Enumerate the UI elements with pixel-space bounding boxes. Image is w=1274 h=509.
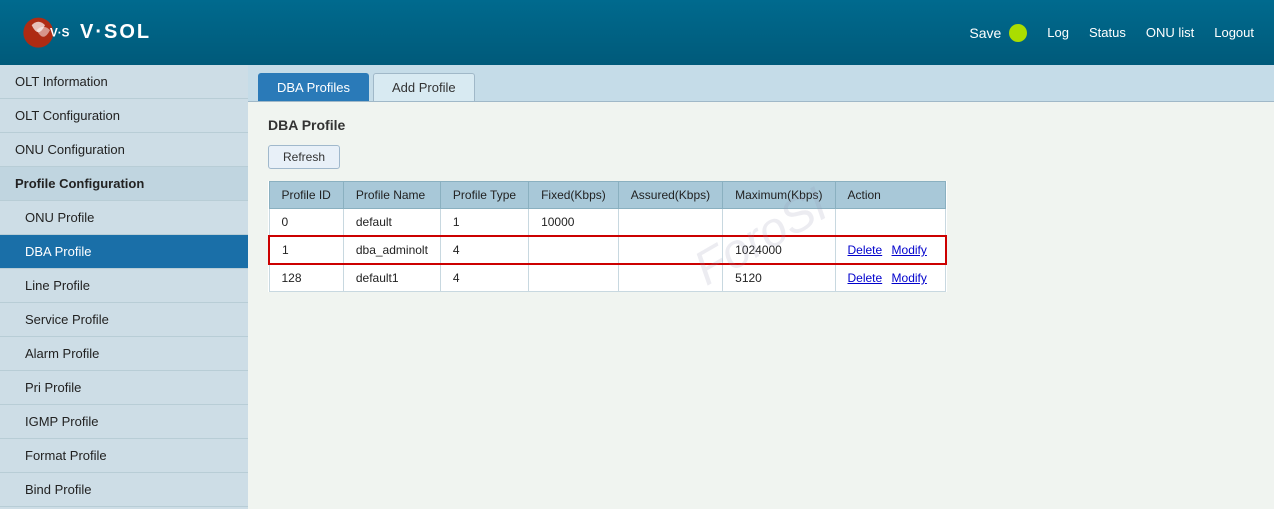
- cell-profile-id: 128: [269, 264, 343, 292]
- cell-profile-name: default: [343, 209, 440, 237]
- cell-maximum: 5120: [723, 264, 835, 292]
- cell-profile-type: 4: [440, 264, 528, 292]
- col-action: Action: [835, 182, 946, 209]
- cell-assured: [618, 264, 722, 292]
- cell-maximum: 1024000: [723, 236, 835, 264]
- delete-link[interactable]: Delete: [848, 271, 883, 285]
- table-row: 128 default1 4 5120 Delete Modify: [269, 264, 946, 292]
- table-row-highlighted: 1 dba_adminolt 4 1024000 Delete Modify: [269, 236, 946, 264]
- status-link[interactable]: Status: [1089, 25, 1126, 40]
- cell-assured: [618, 236, 722, 264]
- logo-area: V·SOL V·SOL: [20, 8, 151, 58]
- sidebar-item-igmp-profile[interactable]: IGMP Profile: [0, 405, 248, 439]
- cell-profile-name: dba_adminolt: [343, 236, 440, 264]
- sidebar-item-olt-config[interactable]: OLT Configuration: [0, 99, 248, 133]
- sidebar-item-onu-config[interactable]: ONU Configuration: [0, 133, 248, 167]
- vsol-logo: V·SOL: [20, 8, 70, 58]
- page-content: DBA Profile Refresh ForoSI Profile ID Pr…: [248, 102, 1274, 307]
- sidebar-item-service-profile[interactable]: Service Profile: [0, 303, 248, 337]
- sidebar-item-olt-info[interactable]: OLT Information: [0, 65, 248, 99]
- main-layout: OLT Information OLT Configuration ONU Co…: [0, 65, 1274, 509]
- dba-profile-table: Profile ID Profile Name Profile Type Fix…: [268, 181, 947, 292]
- sidebar-item-bind-profile[interactable]: Bind Profile: [0, 473, 248, 507]
- cell-maximum: [723, 209, 835, 237]
- col-profile-id: Profile ID: [269, 182, 343, 209]
- sidebar-item-profile-config[interactable]: Profile Configuration: [0, 167, 248, 201]
- cell-profile-id: 0: [269, 209, 343, 237]
- col-assured: Assured(Kbps): [618, 182, 722, 209]
- cell-assured: [618, 209, 722, 237]
- cell-action: Delete Modify: [835, 236, 946, 264]
- header: V·SOL V·SOL Save Log Status ONU list Log…: [0, 0, 1274, 65]
- tab-dba-profiles[interactable]: DBA Profiles: [258, 73, 369, 101]
- status-indicator: [1009, 24, 1027, 42]
- log-link[interactable]: Log: [1047, 25, 1069, 40]
- logout-link[interactable]: Logout: [1214, 25, 1254, 40]
- page-title: DBA Profile: [268, 117, 1254, 133]
- sidebar-item-pri-profile[interactable]: Pri Profile: [0, 371, 248, 405]
- cell-action: [835, 209, 946, 237]
- brand-name: V·SOL: [80, 21, 151, 44]
- modify-link[interactable]: Modify: [892, 271, 927, 285]
- col-maximum: Maximum(Kbps): [723, 182, 835, 209]
- cell-profile-name: default1: [343, 264, 440, 292]
- table-header-row: Profile ID Profile Name Profile Type Fix…: [269, 182, 946, 209]
- cell-fixed: 10000: [529, 209, 619, 237]
- delete-link[interactable]: Delete: [848, 243, 883, 257]
- svg-text:V·SOL: V·SOL: [50, 26, 70, 39]
- cell-profile-id: 1: [269, 236, 343, 264]
- save-label: Save: [969, 25, 1001, 41]
- cell-fixed: [529, 236, 619, 264]
- content-area: DBA Profiles Add Profile DBA Profile Ref…: [248, 65, 1274, 509]
- col-profile-name: Profile Name: [343, 182, 440, 209]
- col-fixed: Fixed(Kbps): [529, 182, 619, 209]
- sidebar-item-format-profile[interactable]: Format Profile: [0, 439, 248, 473]
- refresh-button[interactable]: Refresh: [268, 145, 340, 169]
- save-button[interactable]: Save: [969, 24, 1027, 42]
- table-container: ForoSI Profile ID Profile Name Profile T…: [268, 181, 1254, 292]
- sidebar-item-line-profile[interactable]: Line Profile: [0, 269, 248, 303]
- tab-add-profile[interactable]: Add Profile: [373, 73, 475, 101]
- onu-list-link[interactable]: ONU list: [1146, 25, 1194, 40]
- table-row: 0 default 1 10000: [269, 209, 946, 237]
- tab-bar: DBA Profiles Add Profile: [248, 65, 1274, 102]
- modify-link[interactable]: Modify: [892, 243, 927, 257]
- header-right: Save Log Status ONU list Logout: [969, 24, 1254, 42]
- sidebar: OLT Information OLT Configuration ONU Co…: [0, 65, 248, 509]
- cell-action: Delete Modify: [835, 264, 946, 292]
- cell-fixed: [529, 264, 619, 292]
- sidebar-item-dba-profile[interactable]: DBA Profile: [0, 235, 248, 269]
- col-profile-type: Profile Type: [440, 182, 528, 209]
- sidebar-item-onu-profile[interactable]: ONU Profile: [0, 201, 248, 235]
- cell-profile-type: 1: [440, 209, 528, 237]
- cell-profile-type: 4: [440, 236, 528, 264]
- sidebar-item-alarm-profile[interactable]: Alarm Profile: [0, 337, 248, 371]
